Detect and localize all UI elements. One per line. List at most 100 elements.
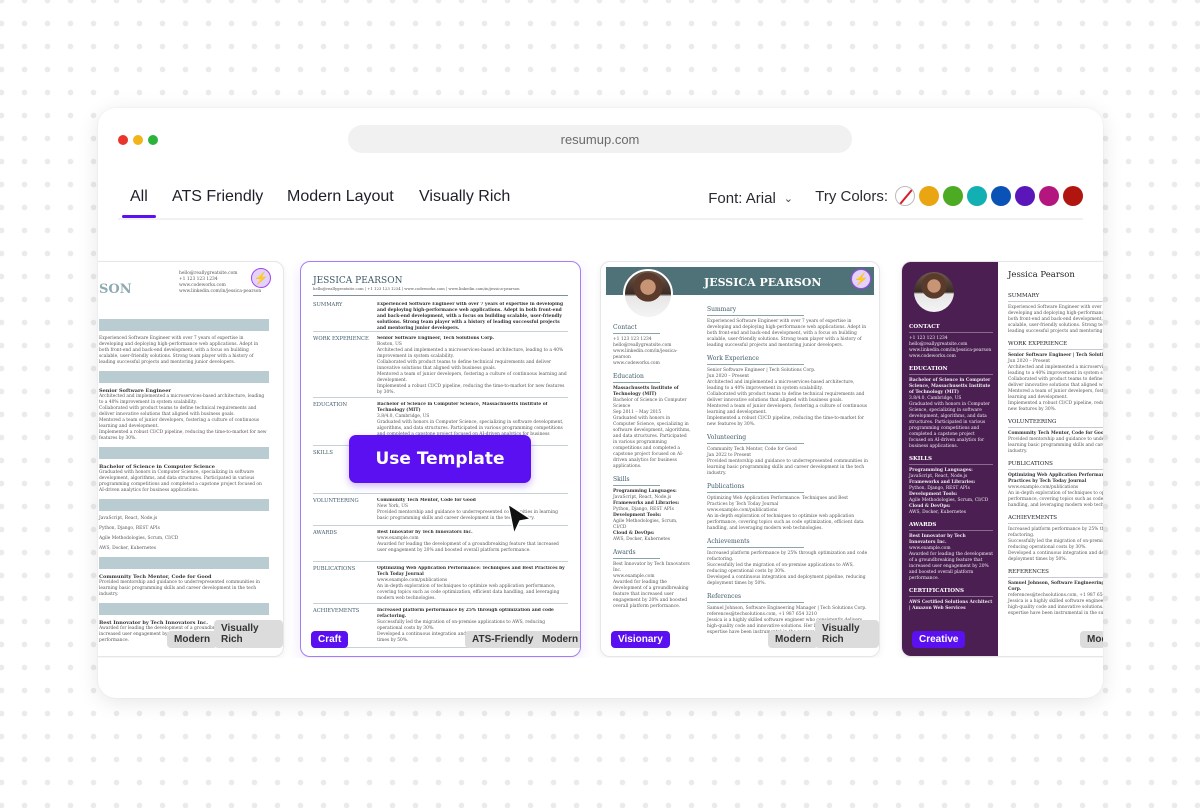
maximize-window-dot[interactable] [148,135,158,145]
section-content: Senior Software Engineer, Tech Solutions… [377,336,568,397]
section-content: Best Innovator by Tech Innovators Inc. ww… [377,530,568,561]
section-content: Optimizing Web Application Performance: … [377,566,568,603]
section-line: Implemented a robust CI/CD pipeline, red… [377,384,565,395]
color-swatch-magenta[interactable] [1039,186,1059,206]
tab-visually-rich[interactable]: Visually Rich [419,188,510,206]
job-bullet: Collaborated with product teams to defin… [99,406,257,417]
tag-modern: Modern [768,631,819,648]
right-column: Summary Experienced Software Engineer wit… [707,300,869,636]
section-label: WORK EXPERIENCE [313,336,369,342]
tag-visually-rich: Visually Rich [214,620,283,648]
section-heading: Awards [613,549,660,559]
text-line: An in-depth exploration of techniques to… [1008,491,1103,508]
section-heading: Volunteering [707,434,805,444]
job-bullet: Mentored a team of junior developers, fo… [99,418,260,429]
section-line: Increased platform performance by 25% th… [377,608,554,619]
job-bullet: Architected and implemented a microservi… [99,394,265,405]
template-card-creative[interactable]: CONTACT +1 123 123 1234 hello@reallygreats… [901,261,1103,657]
section-line: Collaborated with product teams to defin… [377,360,552,371]
font-select-label: Font: Arial [708,190,776,207]
education-desc: Graduated with honors in Computer Scienc… [99,470,262,493]
text-line: Increased platform performance by 25% th… [707,551,868,562]
text-line: Bachelor of Science in Computer Science [613,398,687,409]
text-line: Agile Methodologies, Scrum, CI/CD [613,519,678,530]
text-line: Bachelor of Science in Computer Science,… [909,378,991,395]
volunteer-desc: Provided mentorship and guidance to unde… [99,580,260,597]
text-line: Developed a continuous integration and d… [707,575,866,586]
profile-photo [623,269,673,319]
section-heading: Publications [707,483,805,493]
right-column: SUMMARY Experienced Software Engineer wit… [1008,287,1103,617]
color-swatch-red[interactable] [1063,186,1083,206]
section-bar [99,447,269,459]
tag-modern: Modern [1080,631,1103,648]
tab-all[interactable]: All [122,188,156,218]
minimize-window-dot[interactable] [133,135,143,145]
section-line: Bachelor of Science in Computer Science,… [377,402,548,413]
contact-block: hello@reallygreatsite.com +1 123 123 123… [179,271,269,295]
mouse-cursor-icon [507,503,532,535]
section-label: VOLUNTEERING [313,498,359,504]
profile-photo [914,272,954,312]
color-swatch-green[interactable] [943,186,963,206]
section-heading: REFERENCES [1008,569,1103,578]
section-heading: CERTIFICATIONS [909,588,993,597]
section-heading: EDUCATION [909,366,993,375]
text-line: Awarded for leading the development of a… [613,580,689,609]
section-bar [99,319,269,331]
text-line: Successfully led the migration of on-pre… [1008,539,1103,550]
section-line: Awarded for leading the development of a… [377,542,559,553]
text-line: Best Innovator by Tech Innovators Inc. [613,562,690,573]
section-content: Community Tech Mentor, Code for Good New … [377,498,568,525]
template-card-craft[interactable]: JESSICA PEARSON hello@reallygreatsite.co… [300,261,581,657]
color-swatch-blue[interactable] [991,186,1011,206]
text-line: AWS, Docker, Kubernetes [613,537,670,542]
section-heading: SKILLS [909,456,993,465]
text-line: www.codeworks.com [613,361,660,366]
color-swatch-none[interactable] [895,186,915,206]
tab-ats-friendly[interactable]: ATS Friendly [172,188,263,206]
resume-section: SUMMARY Experienced Software Engineer wit… [313,302,568,332]
browser-window: resumup.com All ATS Friendly Modern Layo… [98,108,1103,698]
skill-line: AWS, Docker, Kubernetes [99,546,156,551]
text-line: Optimizing Web Application Performance: … [707,496,849,507]
tab-modern-layout[interactable]: Modern Layout [287,188,394,206]
resume-name: JESSICA PEARSON [313,276,403,286]
tag-visionary: Visionary [611,631,670,648]
window-controls [118,135,158,145]
text-line: Collaborated with product teams to defin… [1008,377,1103,388]
section-heading: Education [613,373,660,383]
text-line: Provided mentorship and guidance to unde… [1008,437,1103,454]
section-heading: SUMMARY [1008,293,1103,302]
section-line: Provided mentorship and guidance to unde… [377,510,558,521]
template-card-partial[interactable]: ⚡ hello@reallygreatsite.com +1 123 123 1… [98,261,284,657]
job-bullets: Architected and implemented a microservi… [99,394,269,442]
text-line: Experienced Software Engineer with over … [707,319,867,348]
text-line: www.linkedin.com/in/jessica-pearson [613,349,678,360]
text-line: AWS, Docker, Kubernetes [909,510,966,515]
colors-label: Try Colors: [815,187,888,205]
section-line: Optimizing Web Application Performance: … [377,566,565,577]
resume-section: WORK EXPERIENCE Senior Software Engineer,… [313,336,568,398]
text-line: Optimizing Web Application Performance: … [1008,473,1103,484]
template-card-visionary[interactable]: JESSICA PEARSON ⚡ Contact +1 123 123 1234… [600,261,880,657]
use-template-button[interactable]: Use Template [349,435,531,483]
section-line: An in-depth exploration of techniques to… [377,584,560,601]
url-bar[interactable]: resumup.com [348,125,852,153]
color-swatch-purple[interactable] [1015,186,1035,206]
text-line: Samuel Johnson, Software Engineering Man… [1008,581,1103,592]
tag-creative: Creative [912,631,966,648]
section-heading: Summary [707,306,805,316]
color-swatch-yellow[interactable] [919,186,939,206]
section-bar [99,371,269,383]
chevron-down-icon: ⌄ [783,193,793,205]
text-line: Implemented a robust CI/CD pipeline, red… [1008,401,1103,412]
text-line: Massachusetts Institute of Technology (M… [613,386,679,397]
skill-line: JavaScript, React, Node.js [99,516,158,521]
section-heading: References [707,593,805,603]
text-line: Successfully led the migration of on-pre… [707,563,854,574]
color-swatch-teal[interactable] [967,186,987,206]
close-window-dot[interactable] [118,135,128,145]
font-select[interactable]: Font: Arial ⌄ [708,190,793,207]
resume-name: Jessica Pearson [1008,270,1075,280]
